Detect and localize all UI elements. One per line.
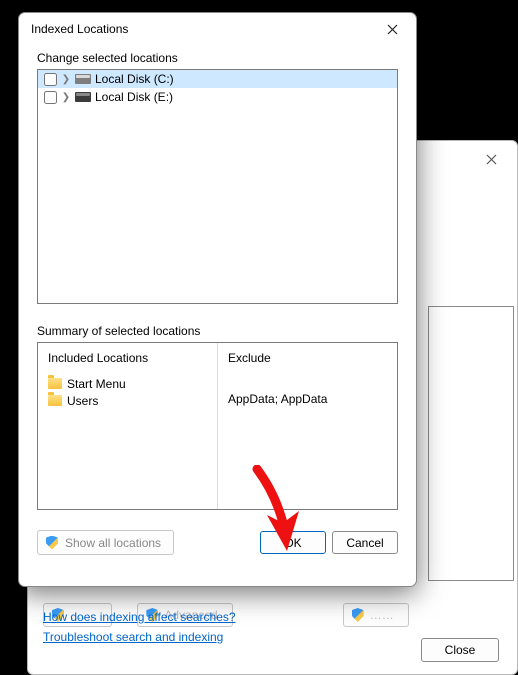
- included-header: Included Locations: [48, 351, 207, 365]
- summary-box: Included Locations Start Menu Users Excl…: [37, 342, 398, 510]
- exclude-column: Exclude AppData; AppData: [218, 343, 397, 509]
- cancel-button-label: Cancel: [346, 536, 383, 550]
- parent-close-button[interactable]: Close: [421, 638, 499, 662]
- parent-stub-label-3: ……: [370, 608, 394, 622]
- exclude-text: AppData; AppData: [228, 392, 387, 406]
- drive-icon: [75, 92, 91, 102]
- shield-icon: [352, 608, 364, 622]
- locations-tree[interactable]: ❯ Local Disk (C:) ❯ Local Disk (E:): [37, 69, 398, 304]
- shield-icon: [46, 536, 58, 550]
- ok-button-label: OK: [284, 536, 301, 550]
- exclude-header: Exclude: [228, 351, 387, 365]
- cancel-button[interactable]: Cancel: [332, 531, 398, 554]
- included-item-label: Start Menu: [67, 377, 126, 391]
- tree-row[interactable]: ❯ Local Disk (C:): [38, 70, 397, 88]
- parent-stub-button-3[interactable]: ……: [343, 603, 409, 627]
- show-all-locations-label: Show all locations: [65, 536, 161, 550]
- dialog-close-icon[interactable]: [372, 15, 412, 43]
- parent-content-frame: [428, 306, 514, 581]
- show-all-locations-button[interactable]: Show all locations: [37, 530, 174, 555]
- folder-icon: [48, 395, 62, 406]
- chevron-right-icon[interactable]: ❯: [61, 92, 71, 103]
- included-item-label: Users: [67, 394, 98, 408]
- ok-button[interactable]: OK: [260, 531, 326, 554]
- tree-checkbox[interactable]: [44, 91, 57, 104]
- titlebar: Indexed Locations: [19, 13, 416, 45]
- tree-row-label: Local Disk (C:): [95, 72, 174, 86]
- parent-links: How does indexing affect searches? Troub…: [43, 610, 236, 644]
- included-column: Included Locations Start Menu Users: [38, 343, 218, 509]
- tree-checkbox[interactable]: [44, 73, 57, 86]
- link-indexing-help[interactable]: How does indexing affect searches?: [43, 610, 236, 624]
- folder-icon: [48, 378, 62, 389]
- included-item[interactable]: Start Menu: [48, 375, 207, 392]
- parent-close-icon[interactable]: [471, 145, 511, 173]
- indexed-locations-dialog: Indexed Locations Change selected locati…: [18, 12, 417, 587]
- included-item[interactable]: Users: [48, 392, 207, 409]
- tree-row-label: Local Disk (E:): [95, 90, 173, 104]
- dialog-button-row: Show all locations OK Cancel: [37, 530, 398, 555]
- drive-icon: [75, 74, 91, 84]
- summary-label: Summary of selected locations: [37, 324, 398, 338]
- change-locations-label: Change selected locations: [37, 51, 398, 65]
- link-troubleshoot[interactable]: Troubleshoot search and indexing: [43, 630, 236, 644]
- dialog-title: Indexed Locations: [31, 22, 128, 36]
- tree-row[interactable]: ❯ Local Disk (E:): [38, 88, 397, 106]
- parent-close-button-label: Close: [445, 643, 476, 657]
- chevron-right-icon[interactable]: ❯: [61, 74, 71, 85]
